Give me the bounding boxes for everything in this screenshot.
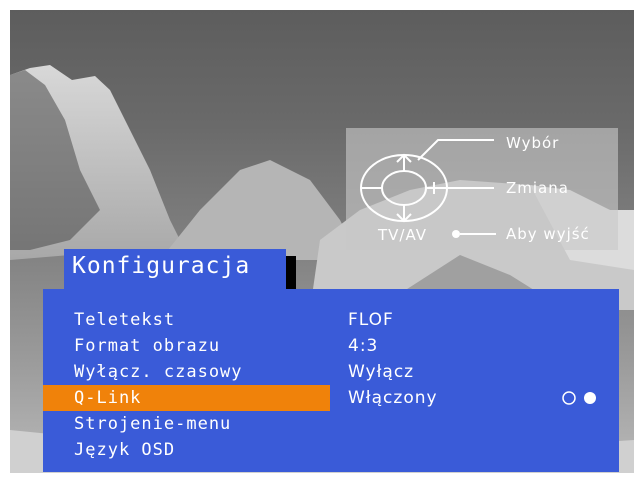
remote-help-panel: Wybór Zmiana TV/AV Aby wyjść [346,128,618,250]
help-source-label: TV/AV [378,226,428,244]
menu-title: Konfiguracja [72,253,251,279]
menu-item-label: Format obrazu [74,336,221,356]
menu-item-value: Wyłącz [348,362,415,382]
help-exit-label: Aby wyjść [506,225,590,243]
help-select-label: Wybór [506,134,560,152]
menu-item-label: Wyłącz. czasowy [74,362,243,382]
menu-item-label: Q-Link [74,388,142,408]
menu-item-value: Włączony [348,388,438,408]
menu-item-label: Język OSD [74,440,176,460]
toggle-dots-icon [562,391,596,405]
menu-item-label: Teletekst [74,310,176,330]
menu-item-value: 4:3 [348,336,379,356]
menu-item-label: Strojenie-menu [74,414,232,434]
help-change-label: Zmiana [506,179,569,197]
menu-item-value: FLOF [348,310,394,330]
